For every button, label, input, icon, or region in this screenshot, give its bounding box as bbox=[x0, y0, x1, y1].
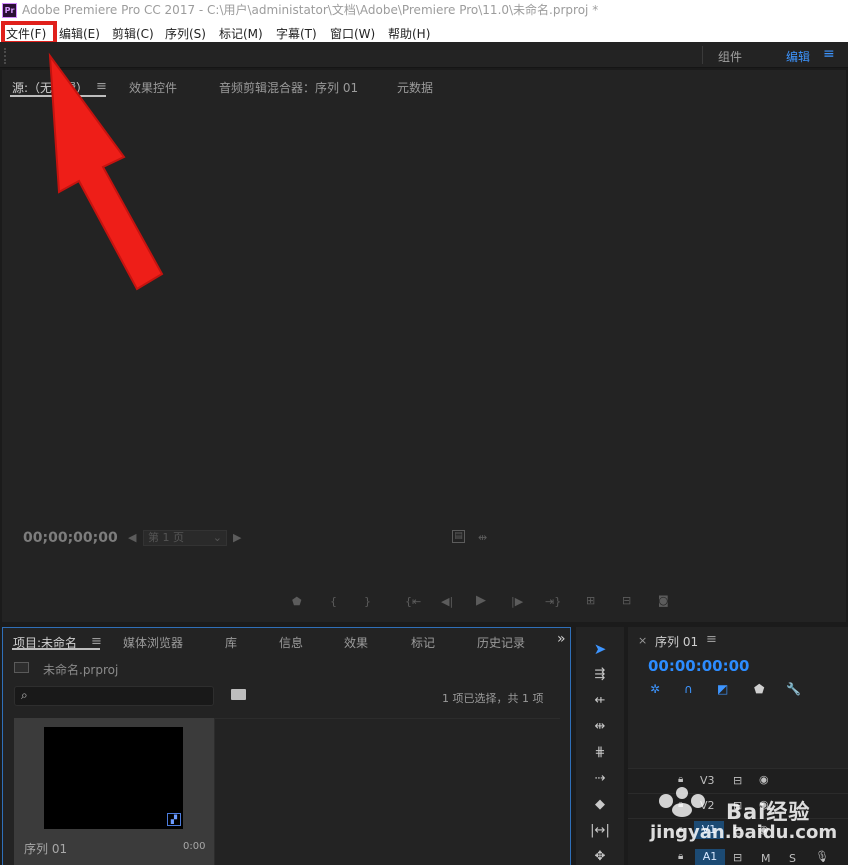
red-arrow-annotation bbox=[48, 52, 164, 291]
red-arrow-shape bbox=[48, 52, 164, 291]
watermark-url: jingyan.baidu.com bbox=[650, 822, 838, 843]
premiere-window: Pr Adobe Premiere Pro CC 2017 - C:\用户\ad… bbox=[0, 0, 848, 865]
baidu-paw-logo bbox=[659, 787, 705, 817]
